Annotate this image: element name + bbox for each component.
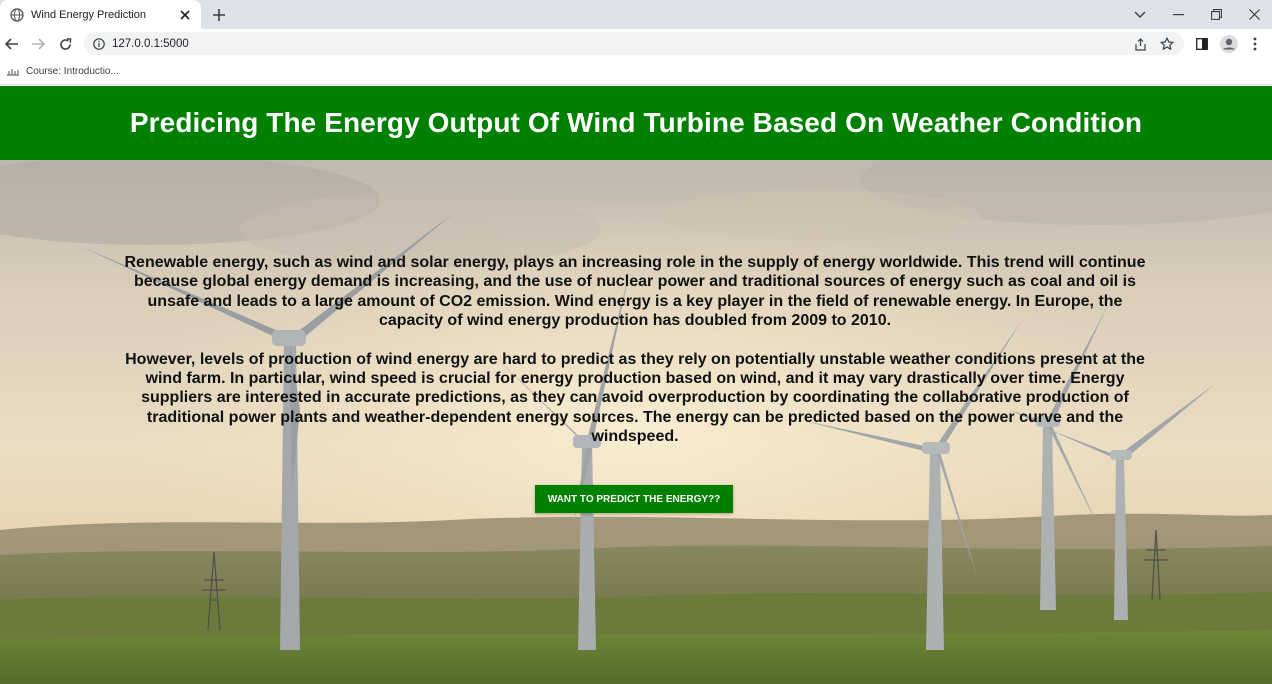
site-info-icon[interactable]: [93, 37, 105, 50]
tab-title: Wind Energy Prediction: [31, 8, 146, 21]
address-bar[interactable]: 127.0.0.1:5000: [84, 32, 1184, 55]
bookmarks-bar: Course: Introductio...: [0, 58, 1272, 85]
url-text: 127.0.0.1:5000: [112, 37, 189, 50]
new-tab-button[interactable]: [208, 4, 230, 26]
intro-text: Renewable energy, such as wind and solar…: [120, 253, 1150, 447]
minimize-icon[interactable]: [1159, 0, 1197, 29]
bookmark-star-icon[interactable]: [1159, 36, 1175, 52]
globe-icon: [10, 7, 24, 22]
intro-paragraph-1: Renewable energy, such as wind and solar…: [124, 254, 1146, 330]
course-favicon-icon: [6, 67, 20, 76]
tab-search-icon[interactable]: [1121, 0, 1159, 29]
reload-icon[interactable]: [54, 33, 76, 55]
predict-energy-button[interactable]: WANT TO PREDICT THE ENERGY??: [535, 485, 733, 513]
bookmark-item[interactable]: Course: Introductio...: [6, 63, 119, 80]
browser-toolbar: 127.0.0.1:5000: [0, 29, 1272, 58]
side-panel-icon[interactable]: [1193, 35, 1211, 53]
web-page: Predicing The Energy Output Of Wind Turb…: [0, 86, 1272, 684]
back-arrow-icon[interactable]: [1, 33, 23, 55]
page-title: Predicing The Energy Output Of Wind Turb…: [129, 107, 1143, 138]
browser-tab[interactable]: Wind Energy Prediction: [0, 0, 201, 29]
hero-section: Renewable energy, such as wind and solar…: [0, 160, 1272, 684]
close-window-icon[interactable]: [1235, 0, 1272, 29]
intro-paragraph-2: However, levels of production of wind en…: [125, 350, 1145, 446]
profile-avatar-icon[interactable]: [1220, 35, 1238, 53]
forward-arrow-icon[interactable]: [27, 33, 49, 55]
share-icon[interactable]: [1132, 36, 1148, 52]
menu-kebab-icon[interactable]: [1246, 35, 1264, 53]
browser-tab-strip: Wind Energy Prediction: [0, 0, 1272, 29]
page-header: Predicing The Energy Output Of Wind Turb…: [0, 86, 1272, 160]
restore-icon[interactable]: [1197, 0, 1235, 29]
close-tab-icon[interactable]: [177, 7, 193, 23]
bookmark-label: Course: Introductio...: [26, 66, 119, 77]
